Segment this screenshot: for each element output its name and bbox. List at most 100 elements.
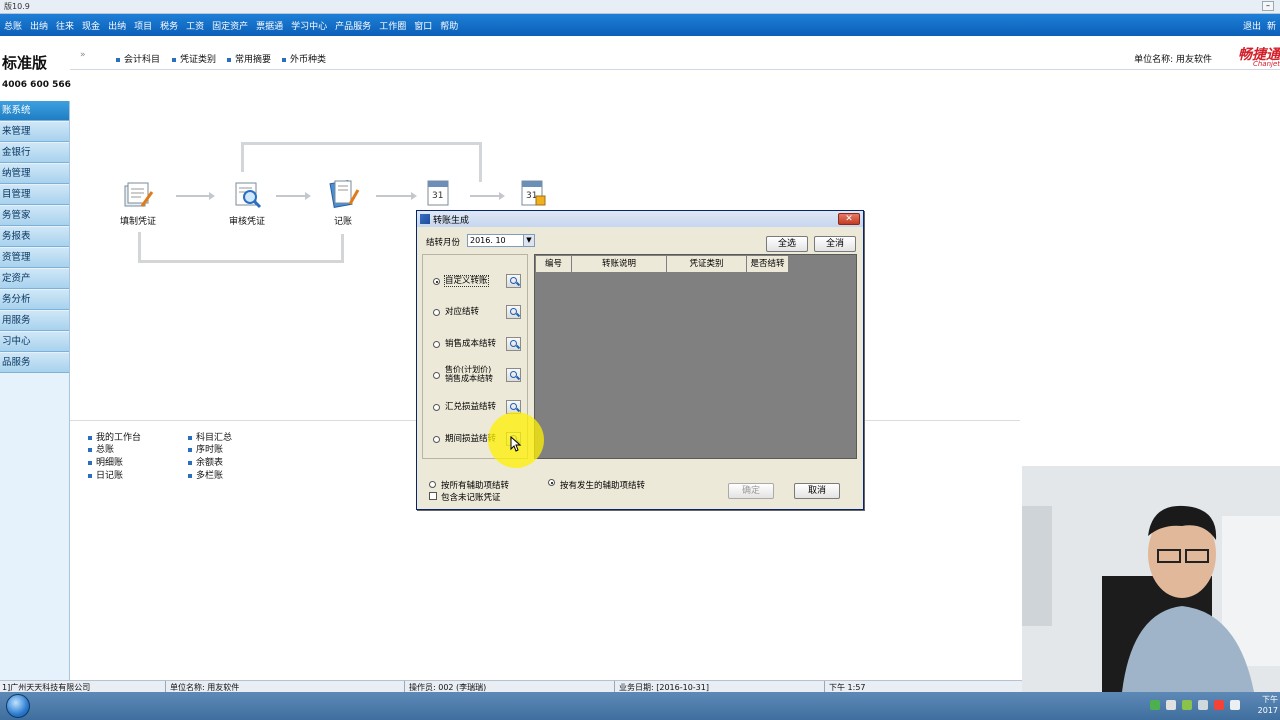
menu-item[interactable]: 项目 <box>134 19 152 32</box>
hotline-number: 4006 600 566 <box>2 80 71 90</box>
sidebar-item-general-ledger[interactable]: 账系统 <box>0 101 69 121</box>
tray-icon[interactable] <box>1166 700 1176 710</box>
volume-icon[interactable] <box>1230 700 1240 710</box>
sidebar-item-fixed-assets[interactable]: 定资产 <box>0 269 69 289</box>
sidebar-item-services[interactable]: 用服务 <box>0 311 69 331</box>
radio-all-aux[interactable] <box>429 481 436 488</box>
search-icon[interactable] <box>506 368 521 382</box>
menu-item[interactable]: 工作圈 <box>379 19 406 32</box>
month-select[interactable]: 2016. 10 ▼ <box>467 234 535 247</box>
radio-occurred-aux[interactable] <box>548 479 555 486</box>
post-ledger-icon[interactable] <box>328 178 360 208</box>
search-icon[interactable] <box>506 274 521 288</box>
radio-exchange-gain-transfer[interactable] <box>433 404 440 411</box>
menu-item[interactable]: 往来 <box>56 19 74 32</box>
menu-item[interactable]: 窗口 <box>414 19 432 32</box>
close-button[interactable]: ✕ <box>838 213 860 225</box>
sidebar-item-analysis[interactable]: 务分析 <box>0 290 69 310</box>
voucher-types-link[interactable]: 凭证类别 <box>172 52 216 65</box>
month-end-transfer-icon[interactable]: 31 <box>424 178 456 208</box>
menu-item[interactable]: 工资 <box>186 19 204 32</box>
sidebar-item-cash-bank[interactable]: 金银行 <box>0 143 69 163</box>
option-planned-price-transfer[interactable]: 售价(计划价) 销售成本结转 <box>423 365 527 385</box>
radio-planned-price-transfer[interactable] <box>433 372 440 379</box>
cancel-button[interactable]: 取消 <box>794 483 840 499</box>
search-icon[interactable] <box>506 337 521 351</box>
tray-icon[interactable] <box>1198 700 1208 710</box>
menu-item[interactable]: 税务 <box>160 19 178 32</box>
radio-occurred-aux-label: 按有发生的辅助项结转 <box>560 481 646 491</box>
option-custom-transfer[interactable]: 自定义转账 <box>423 273 527 291</box>
grid-header-voucher-type[interactable]: 凭证类别 <box>667 256 747 273</box>
include-unposted-label: 包含未记账凭证 <box>441 493 501 503</box>
dialog-app-icon <box>420 214 430 224</box>
report-link[interactable]: 序时账 <box>188 442 223 455</box>
month-end-close-icon[interactable]: 31 <box>518 178 550 208</box>
report-link[interactable]: 日记账 <box>88 468 123 481</box>
svg-text:31: 31 <box>432 191 443 201</box>
menu-item[interactable]: 固定资产 <box>212 19 248 32</box>
option-corresponding-transfer[interactable]: 对应结转 <box>423 304 527 322</box>
fill-voucher-icon[interactable] <box>122 180 154 210</box>
include-unposted-checkbox[interactable] <box>429 492 437 500</box>
flow-label-fill: 填制凭证 <box>120 217 157 227</box>
report-link[interactable]: 余额表 <box>188 455 223 468</box>
dialog-title: 转账生成 <box>433 216 470 226</box>
select-all-button[interactable]: 全选 <box>766 236 808 252</box>
menu-item[interactable]: 产品服务 <box>335 19 371 32</box>
menu-item[interactable]: 总账 <box>4 19 22 32</box>
month-value: 2016. 10 <box>470 236 506 245</box>
clear-all-button[interactable]: 全消 <box>814 236 856 252</box>
grid-header-transferred[interactable]: 是否结转 <box>747 256 789 273</box>
radio-all-aux-label: 按所有辅助项结转 <box>441 481 510 491</box>
menu-item[interactable]: 出纳 <box>108 19 126 32</box>
minimize-button[interactable]: – <box>1262 1 1274 11</box>
radio-custom-transfer[interactable] <box>433 278 440 285</box>
new-link[interactable]: 新 <box>1267 19 1276 32</box>
audit-voucher-icon[interactable] <box>232 180 264 210</box>
tray-icon[interactable] <box>1182 700 1192 710</box>
sidebar-item-projects[interactable]: 目管理 <box>0 185 69 205</box>
exit-link[interactable]: 退出 <box>1243 19 1261 32</box>
sidebar-item-payroll[interactable]: 资管理 <box>0 248 69 268</box>
sidebar-item-accounts[interactable]: 来管理 <box>0 122 69 142</box>
chevron-down-icon[interactable]: ▼ <box>523 235 534 246</box>
report-link[interactable]: 多栏账 <box>188 468 223 481</box>
sidebar-item-tax[interactable]: 务管家 <box>0 206 69 226</box>
taskbar-clock[interactable]: 下午 2017 <box>1258 694 1278 716</box>
report-link[interactable]: 明细账 <box>88 455 123 468</box>
start-button[interactable] <box>6 694 30 718</box>
tray-icon[interactable] <box>1214 700 1224 710</box>
option-label: 对应结转 <box>445 307 480 317</box>
ok-button[interactable]: 确定 <box>728 483 774 499</box>
clock-line2: 2017 <box>1257 706 1278 715</box>
menu-item[interactable]: 现金 <box>82 19 100 32</box>
common-summaries-link[interactable]: 常用摘要 <box>227 52 271 65</box>
tray-icon[interactable] <box>1150 700 1160 710</box>
report-link[interactable]: 总账 <box>88 442 114 455</box>
radio-corresponding-transfer[interactable] <box>433 309 440 316</box>
grid-header-number[interactable]: 编号 <box>536 256 572 273</box>
menu-right: 退出 新 <box>1243 19 1276 32</box>
expand-chevron-icon[interactable]: » <box>80 50 86 60</box>
menu-item[interactable]: 票据通 <box>256 19 283 32</box>
menu-item[interactable]: 学习中心 <box>291 19 327 32</box>
radio-period-pl-transfer[interactable] <box>433 436 440 443</box>
transfer-grid[interactable]: 编号 转账说明 凭证类别 是否结转 <box>534 254 857 459</box>
unit-name: 单位名称: 用友软件 <box>1134 55 1212 65</box>
chart-of-accounts-link[interactable]: 会计科目 <box>116 52 160 65</box>
search-icon[interactable] <box>506 305 521 319</box>
menu-item[interactable]: 出纳 <box>30 19 48 32</box>
currencies-link[interactable]: 外币种类 <box>282 52 326 65</box>
radio-sales-cost-transfer[interactable] <box>433 341 440 348</box>
sidebar-item-learning[interactable]: 习中心 <box>0 332 69 352</box>
option-sales-cost-transfer[interactable]: 销售成本结转 <box>423 336 527 354</box>
module-sidebar: 账系统 来管理 金银行 纳管理 目管理 务管家 务报表 资管理 定资产 务分析 … <box>0 101 70 681</box>
grid-header-description[interactable]: 转账说明 <box>572 256 667 273</box>
chanjet-logo-sub: Chanjet <box>1252 60 1280 68</box>
window-title: 版10.9 <box>4 2 30 11</box>
sidebar-item-reports[interactable]: 务报表 <box>0 227 69 247</box>
sidebar-item-products[interactable]: 品服务 <box>0 353 69 373</box>
sidebar-item-cashier[interactable]: 纳管理 <box>0 164 69 184</box>
menu-item[interactable]: 帮助 <box>440 19 458 32</box>
